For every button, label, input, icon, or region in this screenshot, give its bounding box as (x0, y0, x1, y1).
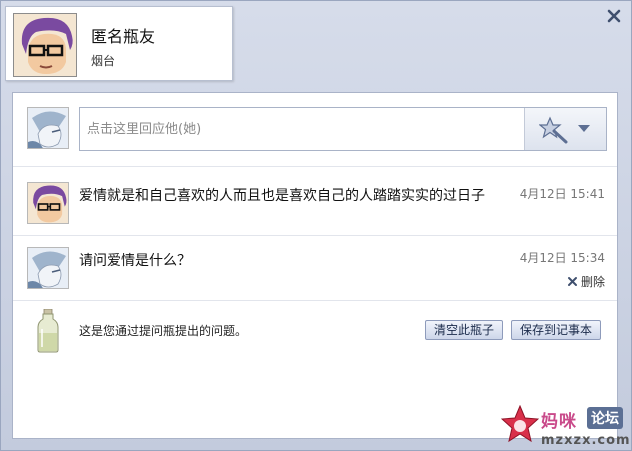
reply-box (79, 107, 607, 151)
watermark-url: mzxzx.com (541, 433, 631, 448)
close-icon (607, 9, 621, 23)
site-watermark: 妈咪 论坛 mzxzx.com (499, 405, 632, 451)
my-message-avatar (27, 247, 69, 289)
watermark-site-name: 妈咪 (541, 412, 577, 432)
bottle-window: 匿名瓶友 烟台 点击这里回应他(她) 爱情就是和自己喜欢的人而且也是喜欢自己的人… (0, 0, 632, 451)
close-button[interactable] (605, 7, 623, 25)
chevron-down-icon (578, 125, 590, 132)
sender-message-avatar (27, 182, 69, 224)
message-time: 4月12日 15:41 (519, 187, 605, 201)
footer-note: 这是您通过提问瓶提出的问题。 (79, 324, 248, 338)
sender-name: 匿名瓶友 (91, 27, 156, 46)
reply-row (13, 93, 617, 167)
bottle-icon (37, 309, 59, 353)
magic-emoticon-button[interactable] (524, 108, 606, 150)
message-text: 请问爱情是什么？ (79, 253, 191, 269)
message-row: 爱情就是和自己喜欢的人而且也是喜欢自己的人踏踏实实的过日子 4月12日 15:4… (13, 168, 617, 236)
message-text: 爱情就是和自己喜欢的人而且也是喜欢自己的人踏踏实实的过日子 (79, 188, 485, 204)
conversation-panel: 爱情就是和自己喜欢的人而且也是喜欢自己的人踏踏实实的过日子 4月12日 15:4… (12, 92, 618, 439)
my-avatar (27, 107, 69, 149)
reply-input[interactable] (80, 108, 524, 150)
footer-row: 这是您通过提问瓶提出的问题。 清空此瓶子 保存到记事本 (13, 301, 617, 361)
save-to-notepad-button[interactable]: 保存到记事本 (511, 320, 602, 340)
sender-location: 烟台 (91, 54, 116, 68)
clear-bottle-button[interactable]: 清空此瓶子 (425, 320, 504, 340)
delete-x-icon (567, 277, 577, 286)
sender-avatar (13, 13, 77, 77)
message-time: 4月12日 15:34 (519, 251, 605, 265)
delete-button[interactable]: 删除 (567, 273, 605, 290)
watermark-badge: 论坛 (587, 407, 623, 429)
sender-card: 匿名瓶友 烟台 (5, 6, 233, 81)
delete-label: 删除 (580, 275, 605, 289)
magic-wand-icon (539, 116, 568, 144)
star-icon (501, 405, 539, 443)
message-row: 请问爱情是什么？ 4月12日 15:34 删除 (13, 237, 617, 301)
